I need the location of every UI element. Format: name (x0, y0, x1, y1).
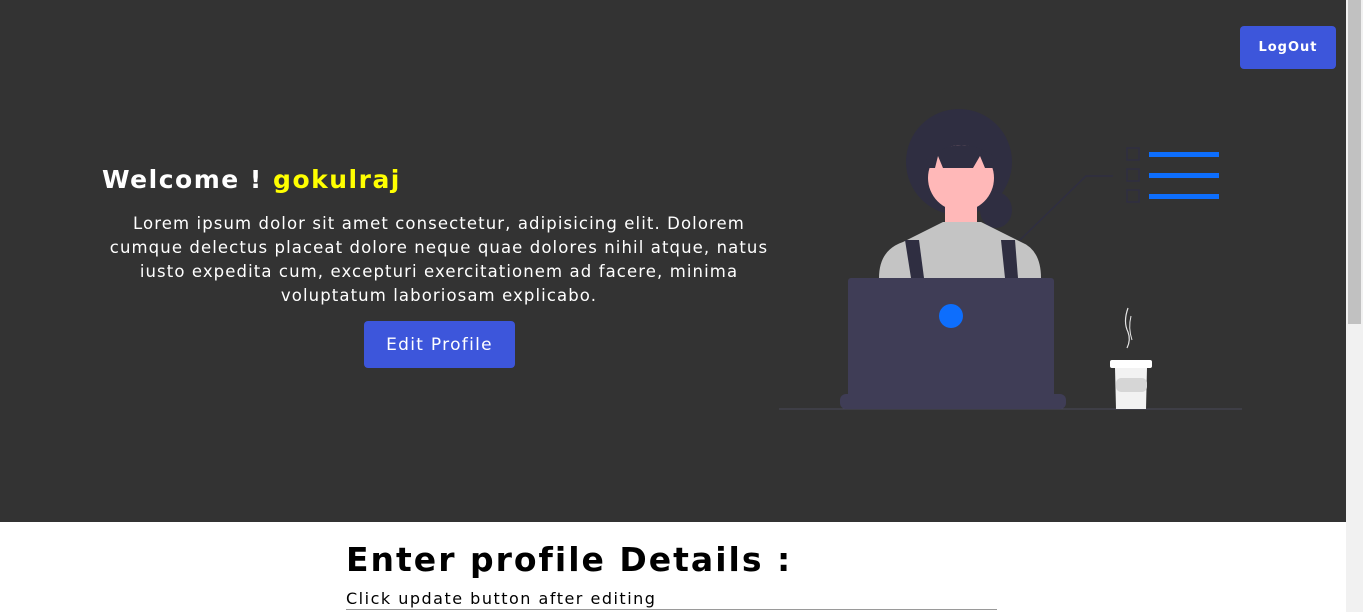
pointer-line (1019, 175, 1113, 241)
welcome-heading: Welcome ! gokulraj (102, 165, 401, 194)
cup-sleeve (1116, 378, 1147, 392)
checklist-bar-3 (1149, 194, 1219, 199)
checklist-bar-2 (1149, 173, 1219, 178)
username: gokulraj (273, 165, 401, 194)
steam-2 (1129, 315, 1133, 341)
woman-at-laptop-illustration (779, 109, 1242, 410)
form-subtitle: Click update button after editing (346, 589, 657, 608)
scrollbar-thumb[interactable] (1348, 0, 1361, 324)
cup-lid (1110, 360, 1152, 368)
steam (1124, 307, 1130, 349)
checkbox-3 (1126, 189, 1140, 203)
hero-section: LogOut Welcome ! gokulraj Lorem ipsum do… (0, 0, 1346, 522)
laptop-base (840, 394, 1066, 409)
checklist-bar-1 (1149, 152, 1219, 157)
form-title: Enter profile Details : (346, 540, 793, 579)
intro-text: Lorem ipsum dolor sit amet consectetur, … (109, 214, 769, 305)
logout-button[interactable]: LogOut (1240, 26, 1336, 69)
laptop-logo (939, 304, 963, 328)
checkbox-1 (1126, 147, 1140, 161)
profile-form-section: Enter profile Details : Click update but… (346, 540, 997, 610)
edit-profile-button[interactable]: Edit Profile (364, 321, 515, 368)
welcome-prefix: Welcome ! (102, 165, 263, 194)
profile-page: LogOut Welcome ! gokulraj Lorem ipsum do… (0, 0, 1363, 612)
laptop-screen (848, 278, 1054, 398)
form-divider (346, 609, 997, 610)
checkbox-2 (1126, 168, 1140, 182)
